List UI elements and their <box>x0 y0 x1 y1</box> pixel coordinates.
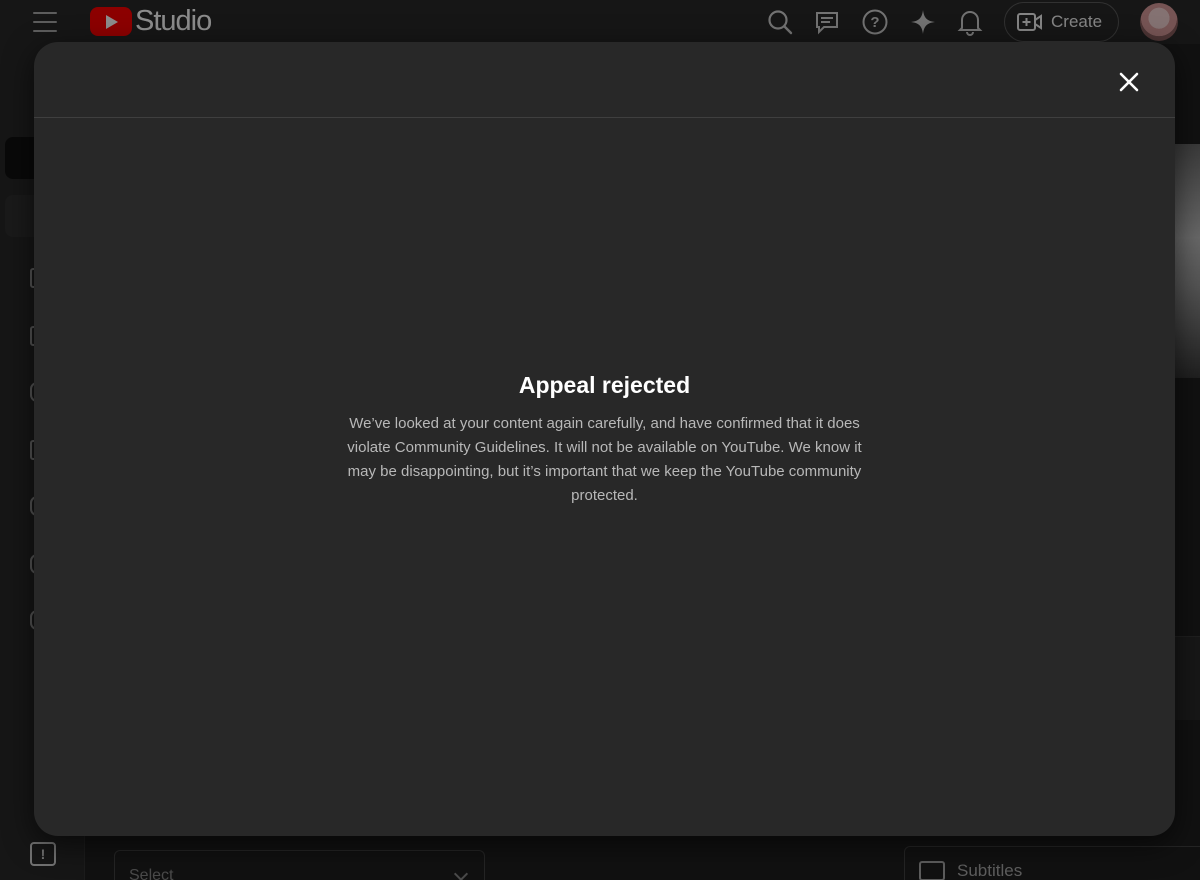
close-icon[interactable] <box>1113 66 1145 98</box>
dialog-title: Appeal rejected <box>518 372 691 398</box>
studio-app: Studio ? Create ! Select Subtitles Appea… <box>0 0 1200 880</box>
appeal-dialog: Appeal rejected We’ve looked at your con… <box>34 42 1175 836</box>
dialog-message: We’ve looked at your content again caref… <box>347 415 862 504</box>
dialog-header <box>34 42 1175 118</box>
dialog-body: Appeal rejected We’ve looked at your con… <box>34 362 1175 508</box>
